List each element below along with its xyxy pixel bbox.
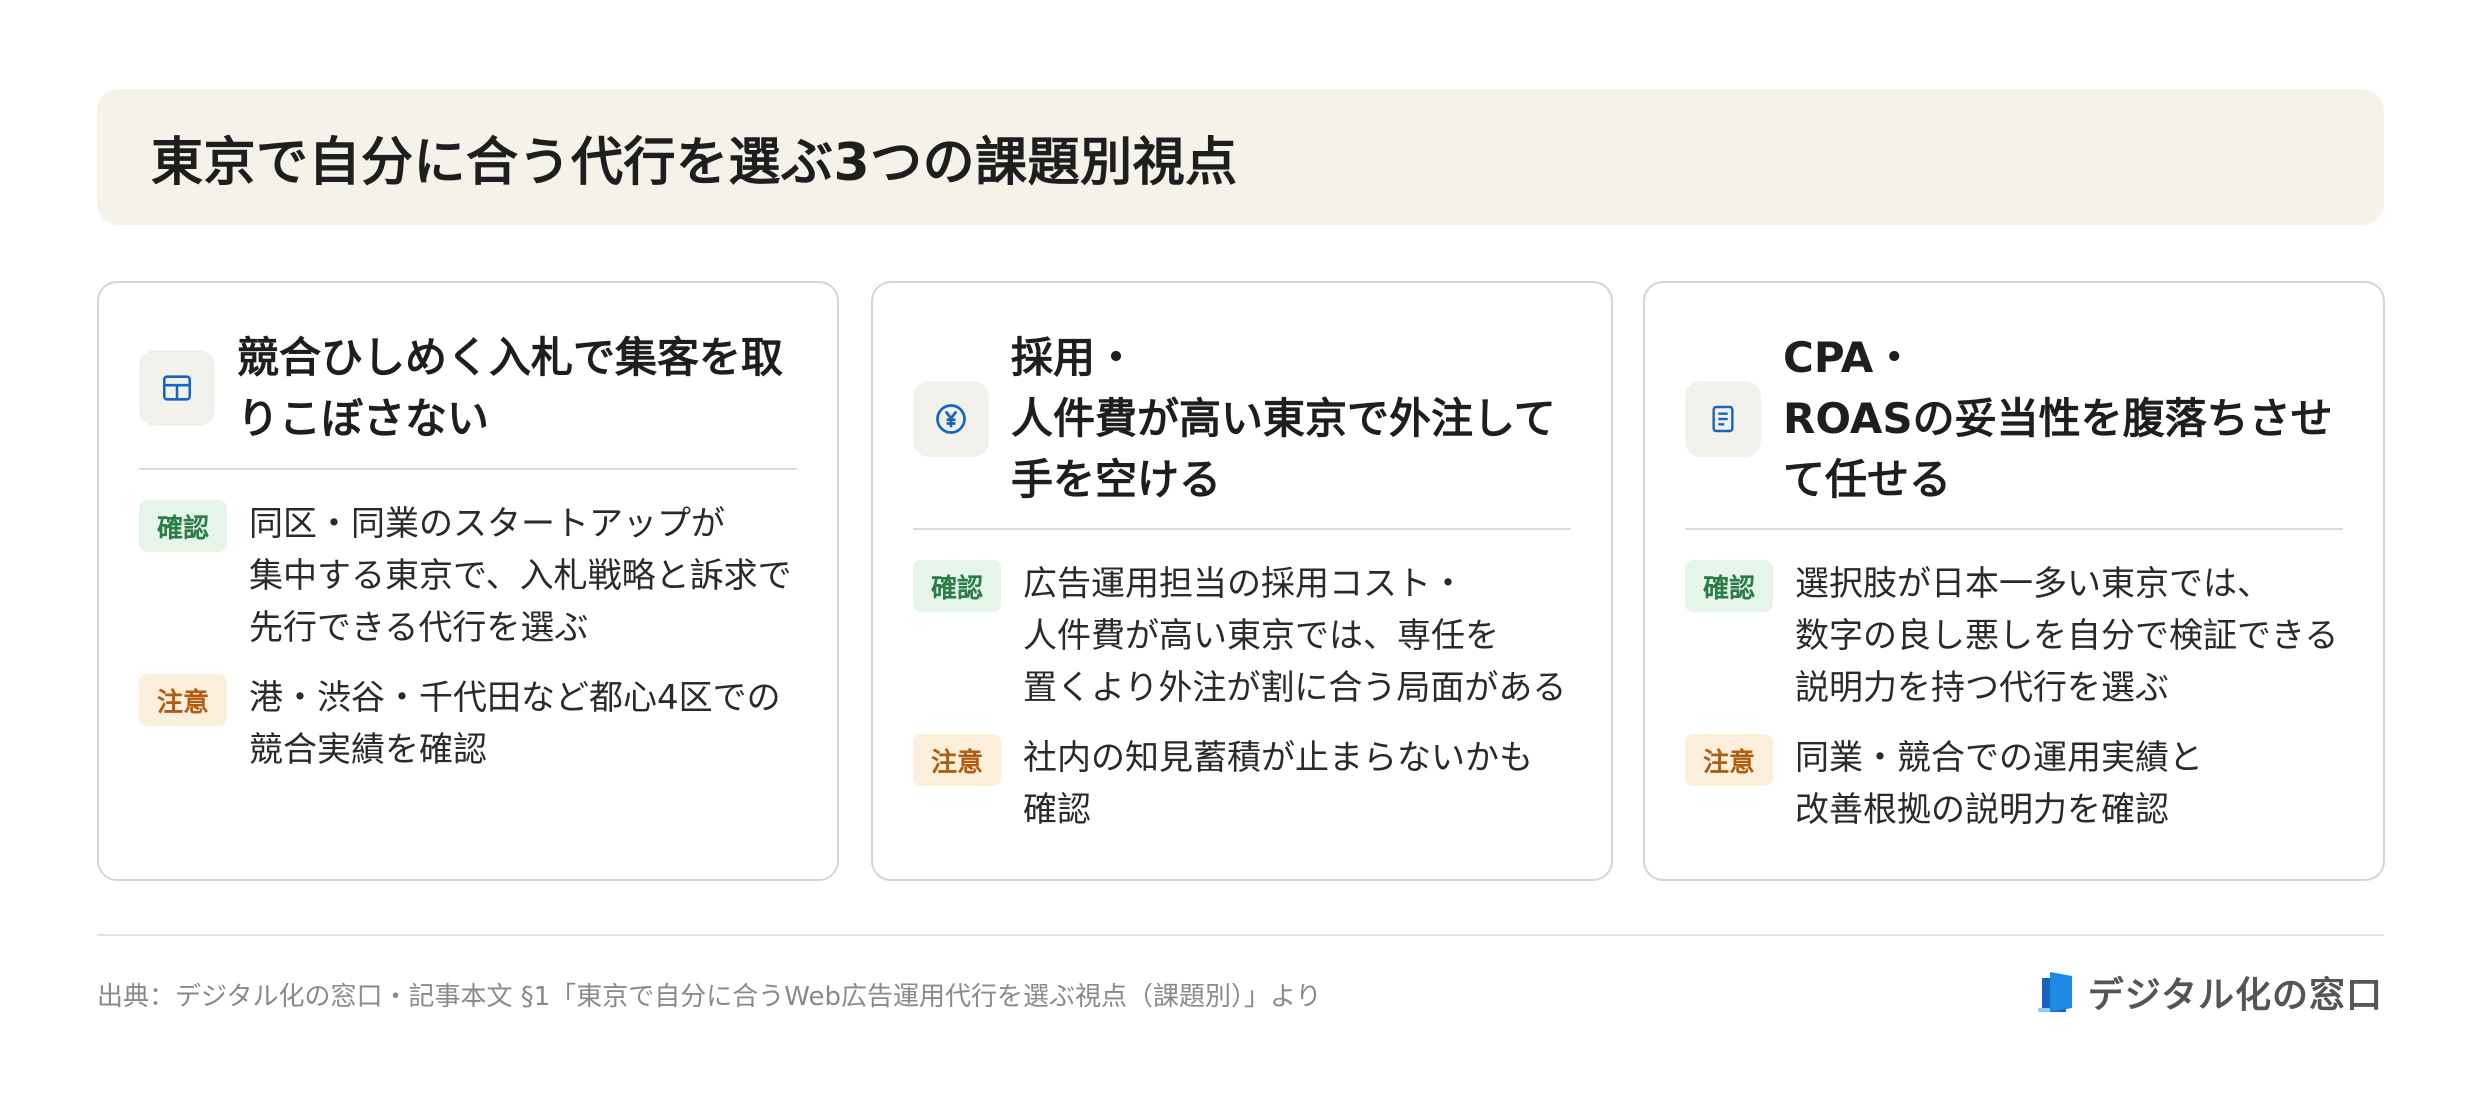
item-text: 社内の知見蓄積が止まらないかも 確認	[1023, 738, 1533, 830]
title-banner: 東京で自分に合う代行を選ぶ3つの課題別視点	[97, 89, 2384, 225]
confirm-badge: 確認	[913, 560, 1001, 612]
table-icon	[139, 350, 215, 426]
item-text: 同区・同業のスタートアップが 集中する東京で、入札戦略と訴求で 先行できる代行を…	[249, 504, 792, 648]
caution-badge: 注意	[913, 734, 1001, 786]
list-item: 確認 広告運用担当の採用コスト・ 人件費が高い東京では、専任を 置くより外注が割…	[913, 558, 1591, 714]
caution-badge: 注意	[1685, 734, 1773, 786]
source-note: 出典：デジタル化の窓口・記事本文 §1「東京で自分に合うWeb広告運用代行を選ぶ…	[97, 982, 1322, 1012]
brand-mark-icon	[2037, 972, 2072, 1012]
card-header: CPA・ ROASの妥当性を腹落ちさせ て任せる	[1685, 327, 2343, 510]
card-title: CPA・ ROASの妥当性を腹落ちさせ て任せる	[1783, 333, 2333, 504]
item-text: 広告運用担当の採用コスト・ 人件費が高い東京では、専任を 置くより外注が割に合う…	[1023, 564, 1567, 708]
card-header: 採用・ 人件費が高い東京で外注して 手を空ける	[913, 327, 1571, 510]
list-item: 注意 同業・競合での運用実績と 改善根拠の説明力を確認	[1685, 732, 2363, 836]
divider	[139, 468, 797, 470]
item-text: 港・渋谷・千代田など都心4区での 競合実績を確認	[249, 678, 781, 770]
document-icon	[1685, 380, 1761, 457]
confirm-badge: 確認	[1685, 560, 1773, 612]
card-title: 採用・ 人件費が高い東京で外注して 手を空ける	[1011, 333, 1556, 504]
card-cpa: CPA・ ROASの妥当性を腹落ちさせ て任せる 確認 選択肢が日本一多い東京で…	[1643, 281, 2385, 881]
page-title: 東京で自分に合う代行を選ぶ3つの課題別視点	[151, 132, 1238, 193]
yen-icon	[913, 380, 989, 457]
list-item: 注意 港・渋谷・千代田など都心4区での 競合実績を確認	[139, 672, 817, 776]
divider	[913, 528, 1571, 530]
card-header: 競合ひしめく入札で集客を取 りこぼさない	[139, 327, 797, 449]
list-item: 確認 同区・同業のスタートアップが 集中する東京で、入札戦略と訴求で 先行できる…	[139, 498, 817, 654]
caution-badge: 注意	[139, 674, 227, 726]
item-text: 同業・競合での運用実績と 改善根拠の説明力を確認	[1795, 738, 2203, 830]
list-item: 注意 社内の知見蓄積が止まらないかも 確認	[913, 732, 1591, 836]
item-text: 選択肢が日本一多い東京では、 数字の良し悪しを自分で検証できる 説明力を持つ代行…	[1795, 564, 2339, 708]
card-title: 競合ひしめく入札で集客を取 りこぼさない	[237, 333, 784, 443]
list-item: 確認 選択肢が日本一多い東京では、 数字の良し悪しを自分で検証できる 説明力を持…	[1685, 558, 2363, 714]
confirm-badge: 確認	[139, 500, 227, 552]
brand-logo: デジタル化の窓口	[2037, 966, 2383, 1018]
footer-divider	[97, 934, 2384, 936]
card-cost: 採用・ 人件費が高い東京で外注して 手を空ける 確認 広告運用担当の採用コスト・…	[871, 281, 1613, 881]
divider	[1685, 528, 2343, 530]
card-bidding: 競合ひしめく入札で集客を取 りこぼさない 確認 同区・同業のスタートアップが 集…	[97, 281, 839, 881]
brand-name: デジタル化の窓口	[2087, 975, 2383, 1016]
